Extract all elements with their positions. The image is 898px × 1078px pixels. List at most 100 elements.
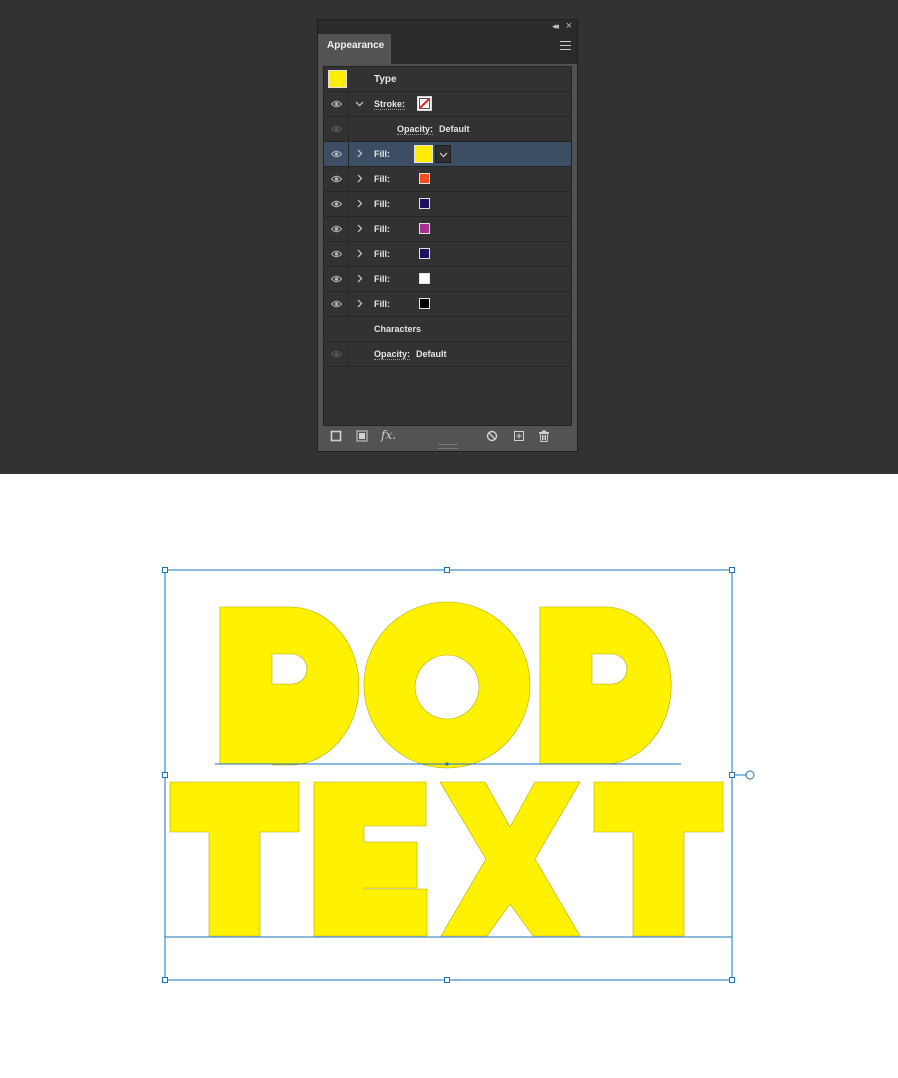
appearance-header-row: Type [324, 67, 571, 92]
appearance-list: Type Stroke: Opacity: Default Fill: Fill… [323, 66, 572, 426]
visibility-toggle[interactable] [324, 92, 349, 116]
fill-label: Fill: [374, 149, 390, 159]
eye-icon[interactable] [331, 124, 342, 134]
fill-color-swatch[interactable] [419, 173, 430, 184]
chevron-down-icon [439, 152, 448, 158]
fill-color-swatch[interactable] [419, 298, 430, 309]
fill-color-swatch[interactable] [419, 198, 430, 209]
fill-label: Fill: [374, 299, 390, 309]
letter-p [219, 606, 360, 766]
artboard-canvas [162, 567, 755, 983]
chevron-right-icon[interactable] [355, 249, 364, 258]
letter-x [439, 781, 581, 937]
chevron-right-icon[interactable] [355, 149, 364, 158]
letter-t [169, 781, 300, 937]
eye-icon[interactable] [331, 149, 342, 159]
panel-titlebar: ◂◂ × [318, 20, 577, 34]
stroke-opacity-row[interactable]: Opacity: Default [324, 117, 571, 142]
appearance-panel: ◂◂ × Appearance Type Stroke: Opacity: De… [317, 19, 578, 452]
type-label: Type [374, 74, 397, 85]
visibility-toggle[interactable] [324, 342, 349, 366]
fill-color-swatch[interactable] [419, 273, 430, 284]
panel-tabbar: Appearance [318, 34, 577, 64]
chevron-right-icon[interactable] [355, 199, 364, 208]
fill-color-swatch[interactable] [414, 145, 433, 163]
tab-appearance[interactable]: Appearance [318, 34, 391, 64]
letter-t [593, 781, 724, 937]
opacity-value: Default [416, 349, 447, 359]
visibility-toggle[interactable] [324, 192, 349, 216]
chevron-down-icon[interactable] [355, 99, 364, 108]
fill-row[interactable]: Fill: [324, 142, 571, 167]
chevron-right-icon[interactable] [355, 224, 364, 233]
fill-swatch-dropdown[interactable] [435, 145, 451, 163]
resize-handle[interactable] [444, 567, 450, 573]
type-thumbnail-swatch [328, 70, 347, 88]
fill-label: Fill: [374, 174, 390, 184]
pop-text-artwork[interactable] [169, 601, 724, 937]
trash-icon[interactable] [538, 430, 550, 442]
letter-o [363, 601, 531, 769]
resize-handle[interactable] [444, 977, 450, 983]
fill-row[interactable]: Fill: [324, 217, 571, 242]
text-thread-port[interactable] [745, 770, 755, 780]
clear-appearance-icon[interactable] [486, 430, 498, 442]
eye-icon[interactable] [331, 274, 342, 284]
eye-icon[interactable] [331, 299, 342, 309]
visibility-toggle[interactable] [324, 142, 349, 166]
eye-icon[interactable] [331, 349, 342, 359]
add-new-stroke-icon[interactable] [330, 430, 342, 442]
panel-resize-grip[interactable] [438, 444, 458, 449]
visibility-toggle[interactable] [324, 167, 349, 191]
resize-handle[interactable] [162, 977, 168, 983]
resize-handle[interactable] [729, 567, 735, 573]
resize-handle[interactable] [729, 977, 735, 983]
fill-row[interactable]: Fill: [324, 167, 571, 192]
opacity-label[interactable]: Opacity: [374, 349, 411, 360]
close-icon[interactable]: × [566, 20, 572, 32]
fill-label: Fill: [374, 274, 390, 284]
stroke-row[interactable]: Stroke: [324, 92, 571, 117]
visibility-toggle[interactable] [324, 217, 349, 241]
duplicate-item-icon[interactable] [513, 430, 525, 442]
visibility-toggle[interactable] [324, 242, 349, 266]
letter-e [313, 781, 428, 937]
fill-row[interactable]: Fill: [324, 242, 571, 267]
resize-handle[interactable] [729, 772, 735, 778]
fill-color-swatch[interactable] [419, 248, 430, 259]
hamburger-menu-icon[interactable] [560, 41, 571, 50]
panel-bottom-toolbar: fx. [318, 426, 577, 446]
stroke-opacity-value: Default [439, 124, 470, 134]
fill-row[interactable]: Fill: [324, 267, 571, 292]
eye-icon[interactable] [331, 224, 342, 234]
fill-row[interactable]: Fill: [324, 192, 571, 217]
chevron-right-icon[interactable] [355, 274, 364, 283]
fx-icon[interactable]: fx. [381, 428, 396, 442]
add-new-fill-icon[interactable] [356, 430, 368, 442]
visibility-toggle[interactable] [324, 292, 349, 316]
eye-icon[interactable] [331, 199, 342, 209]
fill-label: Fill: [374, 199, 390, 209]
eye-icon[interactable] [331, 174, 342, 184]
resize-handle[interactable] [162, 567, 168, 573]
stroke-opacity-label[interactable]: Opacity: [397, 124, 434, 135]
letter-p [539, 606, 672, 765]
fill-label: Fill: [374, 224, 390, 234]
characters-row[interactable]: Characters [324, 317, 571, 342]
none-swatch[interactable] [417, 96, 432, 111]
resize-handle[interactable] [162, 772, 168, 778]
center-point [445, 762, 449, 766]
characters-label[interactable]: Characters [374, 324, 421, 334]
fill-label: Fill: [374, 249, 390, 259]
fill-row[interactable]: Fill: [324, 292, 571, 317]
eye-icon[interactable] [331, 99, 342, 109]
eye-icon[interactable] [331, 249, 342, 259]
stroke-label[interactable]: Stroke: [374, 99, 406, 110]
chevron-right-icon[interactable] [355, 299, 364, 308]
visibility-toggle[interactable] [324, 267, 349, 291]
opacity-row[interactable]: Opacity: Default [324, 342, 571, 367]
chevron-right-icon[interactable] [355, 174, 364, 183]
fill-color-swatch[interactable] [419, 223, 430, 234]
visibility-toggle[interactable] [324, 117, 349, 141]
double-chevron-left-icon[interactable]: ◂◂ [552, 21, 559, 32]
